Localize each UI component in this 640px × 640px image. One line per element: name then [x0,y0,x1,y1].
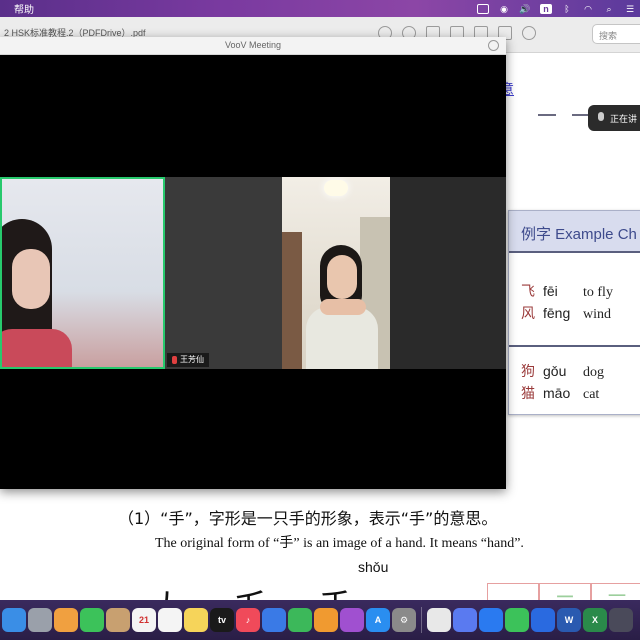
video-grid: 王芳仙 [0,177,506,369]
dash-line [538,114,556,116]
example-pinyin: fēi [543,283,558,299]
pages-icon[interactable] [314,608,338,632]
example-meaning: to fly [583,285,613,300]
calendar-icon[interactable]: 21 [132,608,156,632]
example-char: 飞 [521,285,535,300]
numbers-icon[interactable] [288,608,312,632]
messages-icon[interactable] [505,608,529,632]
launchpad-icon[interactable] [28,608,52,632]
example-row: 狗 gǒu dog [521,361,604,381]
example-header: 例字 Example Ch [509,211,640,253]
finder-icon[interactable] [2,608,26,632]
video-tile-empty[interactable] [165,177,282,369]
notes-icon[interactable] [184,608,208,632]
example-characters-box: 例字 Example Ch 飞 fēi to fly 风 fēng wind 狗 gǒu d… [508,210,640,415]
example-divider [509,345,640,347]
ceiling-lamp [324,180,348,196]
video-tile-empty[interactable] [390,177,506,369]
status-area: ◉ 🔊 n ᛒ ◠ ⌕ ☰ [477,0,636,17]
participant-name-tag: 王芳仙 [167,353,209,367]
voov-meeting-window: VooV Meeting 王芳仙 [0,37,506,489]
participant-body [306,307,378,369]
chrome-icon[interactable] [427,608,451,632]
screen-icon[interactable] [477,3,489,14]
volume-icon[interactable]: 🔊 [519,4,531,14]
example-pinyin: fēng [543,305,571,321]
keynote-icon[interactable] [262,608,286,632]
voov-titlebar[interactable]: VooV Meeting [0,37,506,55]
control-center-icon[interactable]: ☰ [624,4,636,14]
example-row: 飞 fēi to fly [521,281,613,301]
example-pinyin: gǒu [543,363,567,379]
example-char: 猫 [521,387,535,402]
participant-face [327,255,357,299]
voov-title: VooV Meeting [224,40,282,50]
live-speaking-indicator[interactable]: 正在讲 [588,105,640,131]
menu-help[interactable]: 帮助 [14,1,34,16]
dock: 21 tv ♪ A ⚙ W X [0,600,640,640]
podcasts-icon[interactable] [340,608,364,632]
dock-separator [421,607,422,633]
annotate-icon[interactable] [522,26,536,40]
voov-icon[interactable] [531,608,555,632]
wifi-icon[interactable]: ◠ [582,4,594,14]
curtain [282,232,302,369]
example-meaning: dog [583,365,604,380]
bluetooth-icon[interactable]: ᛒ [561,4,573,14]
example-char: 狗 [521,365,535,380]
pdf-search-input[interactable]: 搜索 [592,24,640,44]
example-row: 猫 māo cat [521,383,599,403]
example-meaning: wind [583,307,611,322]
video-tile-active-speaker[interactable] [0,177,165,369]
search-icon[interactable]: ⌕ [603,4,615,14]
facetime-icon[interactable] [80,608,104,632]
menu-bar: 帮助 ◉ 🔊 n ᛒ ◠ ⌕ ☰ [0,0,640,17]
word-icon[interactable]: W [557,608,581,632]
n-app-icon[interactable]: n [540,3,552,14]
contacts-icon[interactable] [106,608,130,632]
paragraph-english: The original form of “手” is an image of … [155,536,524,551]
appstore-icon[interactable]: A [366,608,390,632]
participant-face [12,249,50,309]
settings-icon[interactable]: ⚙ [392,608,416,632]
live-indicator-label: 正在讲 [610,114,638,124]
example-row: 风 fēng wind [521,303,611,323]
stats-icon[interactable]: ◉ [498,4,510,14]
reminders-icon[interactable] [158,608,182,632]
participant-shirt [2,329,72,367]
music-icon[interactable]: ♪ [236,608,260,632]
zoom-icon[interactable] [479,608,503,632]
example-char: 风 [521,307,535,322]
mic-muted-icon [172,356,177,364]
mic-icon [598,112,604,121]
example-pinyin: māo [543,385,571,401]
participant-hands [320,299,366,315]
photos-icon[interactable] [54,608,78,632]
video-tile-participant[interactable] [282,177,390,369]
close-icon[interactable] [488,40,499,51]
pinyin-label: shǒu [358,559,389,575]
example-meaning: cat [583,387,600,402]
excel-icon[interactable]: X [583,608,607,632]
appletv-icon[interactable]: tv [210,608,234,632]
paragraph-chinese: （1）“手”，字形是一只手的形象，表示“手”的意思。 [118,509,498,528]
messenger-icon[interactable] [453,608,477,632]
screen-icon[interactable] [609,608,633,632]
participant-name: 王芳仙 [180,355,204,364]
